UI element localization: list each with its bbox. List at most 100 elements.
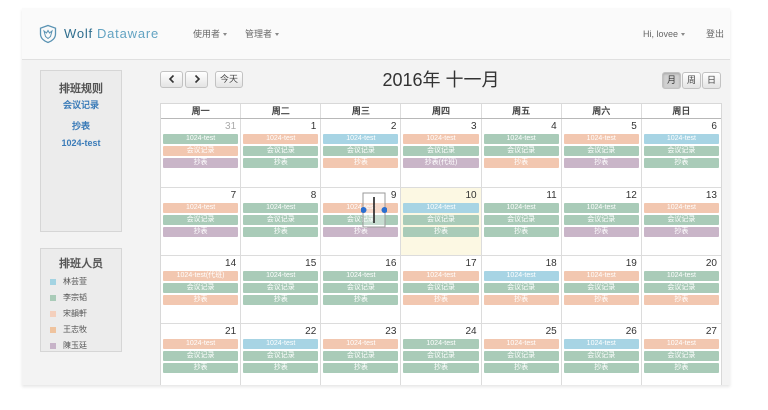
day-cell[interactable]: 1 1024-test 会议记录 抄表 — [240, 119, 320, 187]
calendar-event[interactable]: 1024-test — [243, 203, 319, 213]
drag-resize-cursor-icon[interactable] — [361, 192, 387, 228]
calendar-event[interactable]: 会议记录 — [403, 283, 479, 293]
rule-link-meeting-notes[interactable]: 会议记录 — [41, 99, 121, 111]
day-cell[interactable]: 10 1024-test 会议记录 抄表 — [400, 188, 481, 255]
day-cell[interactable]: 5 1024-test 会议记录 抄表 — [560, 119, 641, 187]
day-cell[interactable]: 26 1024-test 会议记录 抄表 — [560, 324, 641, 385]
calendar-event[interactable]: 抄表 — [243, 363, 319, 373]
day-cell[interactable]: 18 1024-test 会议记录 抄表 — [480, 256, 561, 323]
day-cell[interactable]: 16 1024-test 会议记录 抄表 — [320, 256, 400, 323]
calendar-event[interactable]: 会议记录 — [403, 215, 479, 225]
calendar-event[interactable]: 会议记录 — [483, 146, 559, 156]
calendar-event[interactable]: 1024-test — [643, 339, 719, 349]
menu-users[interactable]: 使用者 — [193, 28, 228, 40]
calendar-event[interactable]: 1024-test — [643, 134, 719, 144]
day-cell[interactable]: 23 1024-test 会议记录 抄表 — [320, 324, 400, 385]
day-cell[interactable]: 13 1024-test 会议记录 抄表 — [640, 188, 721, 255]
calendar-event[interactable]: 抄表 — [243, 227, 319, 237]
calendar-event[interactable]: 1024-test — [643, 271, 719, 281]
view-month-button[interactable]: 月 — [662, 72, 681, 89]
calendar-event[interactable]: 1024-test — [323, 271, 399, 281]
rule-link-meter-reading[interactable]: 抄表 — [41, 120, 121, 132]
calendar-event[interactable]: 1024-test — [403, 271, 479, 281]
day-cell[interactable]: 3 1024-test 会议记录 抄表(代班) — [400, 119, 480, 187]
calendar-event[interactable]: 1024-test — [243, 134, 319, 144]
calendar-event[interactable]: 会议记录 — [563, 283, 639, 293]
calendar-event[interactable]: 1024-test — [403, 134, 479, 144]
calendar-event[interactable]: 抄表 — [323, 363, 399, 373]
calendar-event[interactable]: 会议记录 — [483, 215, 559, 225]
view-week-button[interactable]: 周 — [682, 72, 701, 89]
calendar-event[interactable]: 会议记录 — [643, 351, 719, 361]
calendar-event[interactable]: 抄表 — [323, 158, 399, 168]
calendar-event[interactable]: 1024-test — [163, 203, 239, 213]
calendar-event[interactable]: 抄表 — [563, 295, 639, 305]
staff-item[interactable]: 陳玉廷 — [50, 341, 87, 351]
calendar-event[interactable]: 1024-test — [323, 134, 399, 144]
calendar-event[interactable]: 1024-test — [403, 339, 479, 349]
calendar-event[interactable]: 会议记录 — [643, 283, 719, 293]
calendar-event[interactable]: 抄表 — [563, 363, 639, 373]
day-cell[interactable]: 12 1024-test 会议记录 抄表 — [560, 188, 641, 255]
user-menu[interactable]: Hi, lovee — [643, 28, 686, 40]
logout-link[interactable]: 登出 — [706, 28, 724, 40]
calendar-event[interactable]: 会议记录 — [563, 351, 639, 361]
calendar-event[interactable]: 1024-test — [483, 271, 559, 281]
calendar-event[interactable]: 会议记录 — [323, 146, 399, 156]
calendar-event[interactable]: 1024-test — [563, 271, 639, 281]
staff-item[interactable]: 李宗韬 — [50, 293, 87, 303]
day-cell[interactable]: 20 1024-test 会议记录 抄表 — [640, 256, 721, 323]
calendar-event[interactable]: 1024-test — [643, 203, 719, 213]
calendar-event[interactable]: 会议记录 — [243, 215, 319, 225]
calendar-event[interactable]: 抄表 — [163, 363, 239, 373]
calendar-event[interactable]: 抄表 — [323, 227, 399, 237]
day-cell[interactable]: 25 1024-test 会议记录 抄表 — [480, 324, 561, 385]
calendar-event[interactable]: 抄表 — [643, 158, 719, 168]
calendar-event[interactable]: 1024-test — [563, 134, 639, 144]
calendar-event[interactable]: 会议记录 — [483, 351, 559, 361]
calendar-event[interactable]: 1024-test — [323, 339, 399, 349]
day-cell[interactable]: 15 1024-test 会议记录 抄表 — [240, 256, 320, 323]
calendar-event[interactable]: 抄表 — [563, 227, 639, 237]
calendar-event[interactable]: 抄表 — [643, 227, 719, 237]
calendar-event[interactable]: 抄表 — [483, 363, 559, 373]
calendar-event[interactable]: 会议记录 — [403, 351, 479, 361]
calendar-event[interactable]: 抄表 — [163, 227, 239, 237]
staff-item[interactable]: 宋韻軒 — [50, 309, 87, 319]
calendar-event[interactable]: 抄表 — [643, 363, 719, 373]
calendar-event[interactable]: 会议记录 — [643, 146, 719, 156]
menu-admins[interactable]: 管理者 — [245, 28, 280, 40]
calendar-event[interactable]: 抄表 — [243, 295, 319, 305]
day-cell[interactable]: 19 1024-test 会议记录 抄表 — [560, 256, 641, 323]
day-cell[interactable]: 31 1024-test 会议记录 抄表 — [161, 119, 240, 187]
calendar-event[interactable]: 会议记录 — [243, 351, 319, 361]
calendar-event[interactable]: 会议记录 — [483, 283, 559, 293]
calendar-event[interactable]: 1024-test — [483, 134, 559, 144]
view-day-button[interactable]: 日 — [702, 72, 721, 89]
calendar-event[interactable]: 会议记录 — [163, 215, 239, 225]
day-cell[interactable]: 27 1024-test 会议记录 抄表 — [640, 324, 721, 385]
calendar-event[interactable]: 抄表 — [563, 158, 639, 168]
calendar-event[interactable]: 抄表 — [483, 295, 559, 305]
brand-logo[interactable]: Wolf Dataware — [38, 24, 159, 44]
calendar-event[interactable]: 抄表 — [163, 295, 239, 305]
calendar-event[interactable]: 1024-test — [243, 271, 319, 281]
day-cell[interactable]: 22 1024-test 会议记录 抄表 — [240, 324, 320, 385]
day-cell[interactable]: 14 1024-test(代班) 会议记录 抄表 — [161, 256, 240, 323]
calendar-event[interactable]: 抄表(代班) — [403, 158, 479, 168]
calendar-event[interactable]: 抄表 — [483, 227, 559, 237]
day-cell[interactable]: 4 1024-test 会议记录 抄表 — [480, 119, 561, 187]
calendar-event[interactable]: 1024-test — [163, 134, 239, 144]
calendar-event[interactable]: 会议记录 — [563, 215, 639, 225]
calendar-event[interactable]: 1024-test — [563, 203, 639, 213]
calendar-event[interactable]: 1024-test — [163, 339, 239, 349]
calendar-event[interactable]: 抄表 — [403, 295, 479, 305]
day-cell[interactable]: 8 1024-test 会议记录 抄表 — [240, 188, 320, 255]
calendar-event[interactable]: 抄表 — [403, 227, 479, 237]
calendar-event[interactable]: 会议记录 — [243, 283, 319, 293]
staff-item[interactable]: 王志牧 — [50, 325, 87, 335]
calendar-event[interactable]: 抄表 — [243, 158, 319, 168]
calendar-event[interactable]: 1024-test — [483, 203, 559, 213]
staff-item[interactable]: 林芸萱 — [50, 277, 87, 287]
calendar-event[interactable]: 会议记录 — [163, 283, 239, 293]
